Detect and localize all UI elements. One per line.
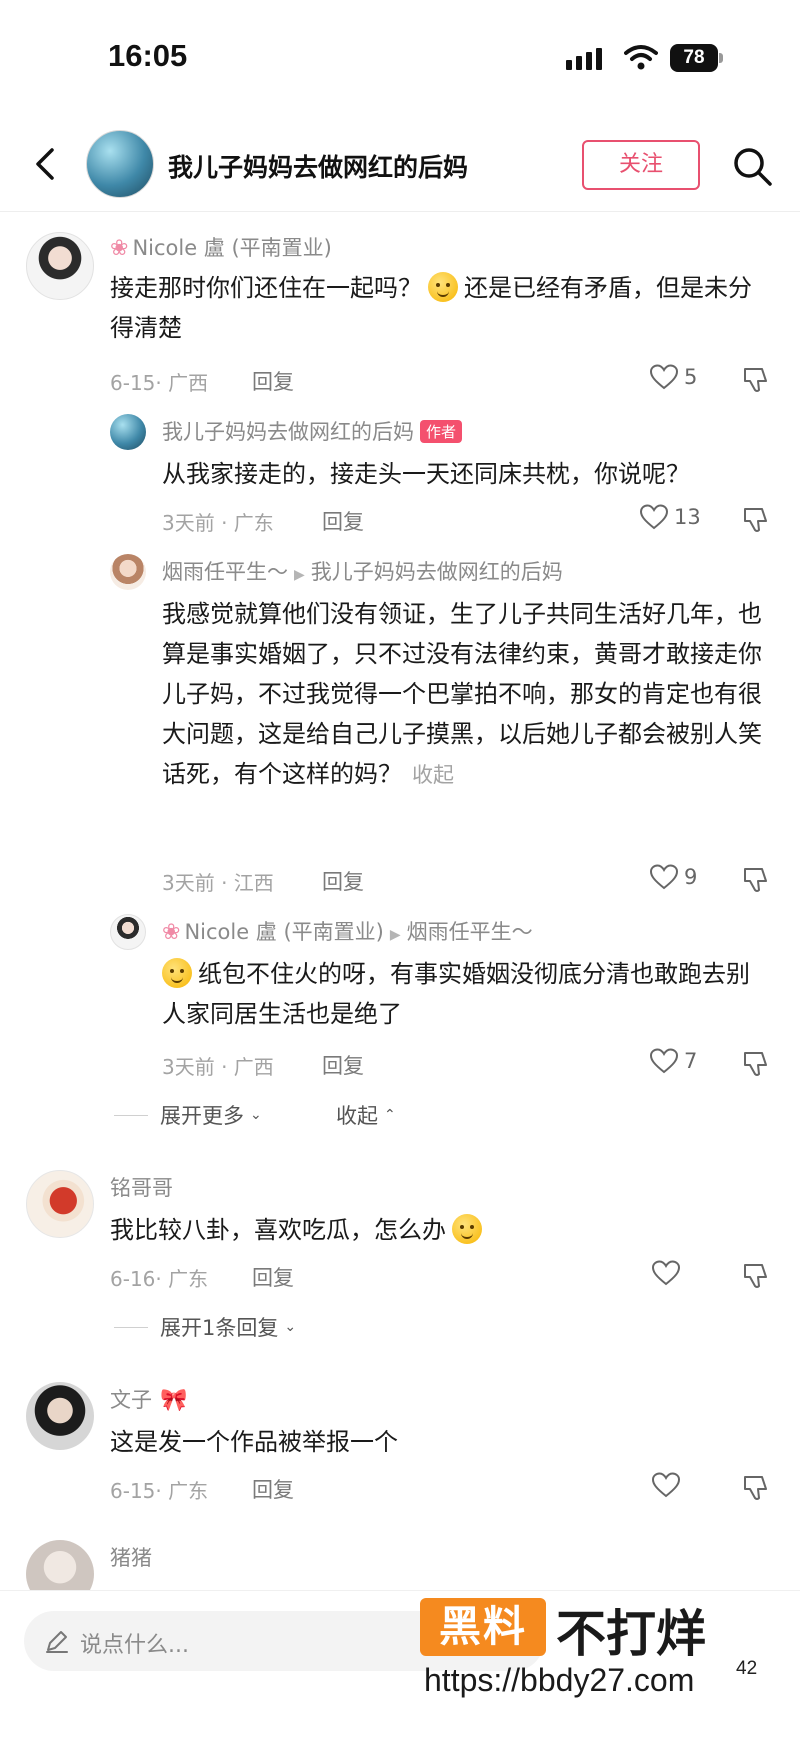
avatar[interactable] [110, 554, 146, 590]
collapse-text-button[interactable]: 收起 [412, 763, 454, 787]
watermark-text: 不打烊 [556, 1605, 706, 1663]
comment-date: 6-15· 广东 [110, 1479, 209, 1503]
back-icon[interactable] [26, 142, 66, 186]
header: 我儿子妈妈去做网红的后妈 关注 [0, 120, 800, 212]
battery-level: 78 [670, 44, 718, 72]
heart-icon [640, 504, 668, 530]
battery-tip [719, 53, 723, 63]
comment-text: 接走那时你们还住在一起吗？ 还是已经有矛盾，但是未分得清楚 [110, 272, 752, 342]
like-button[interactable] [652, 1260, 680, 1286]
avatar[interactable] [110, 414, 146, 450]
dislike-icon[interactable] [742, 366, 770, 394]
dislike-icon[interactable] [742, 1050, 770, 1078]
heart-icon [652, 1472, 680, 1498]
pencil-icon [46, 1631, 68, 1653]
signal-icon [566, 48, 602, 70]
avatar[interactable] [26, 1382, 94, 1450]
dislike-icon[interactable] [742, 1474, 770, 1502]
reply-text: 从我家接走的，接走头一天还同床共枕，你说呢？ [162, 460, 690, 488]
reply-button[interactable]: 回复 [252, 1262, 294, 1292]
like-count: 9 [684, 865, 698, 889]
avatar[interactable] [26, 232, 94, 300]
collapse-thread-button[interactable]: 收起 ⌃ [336, 1100, 396, 1130]
page-number: 42 [736, 1658, 758, 1679]
commenter-name[interactable]: 烟雨任平生～ ▶ 我儿子妈妈去做网红的后妈 [162, 556, 563, 586]
flower-icon: ❀ [162, 920, 181, 945]
reply-date: 3天前 · 广东 [162, 511, 274, 535]
status-time: 16:05 [108, 38, 188, 73]
grinning-emoji-icon [162, 958, 192, 988]
watermark-logo: 黑料 [420, 1598, 546, 1656]
dislike-icon[interactable] [742, 1262, 770, 1290]
avatar[interactable] [26, 1170, 94, 1238]
reply-button[interactable]: 回复 [322, 506, 364, 536]
expand-replies-button[interactable]: 展开1条回复 ⌄ [114, 1312, 296, 1342]
reply-arrow-icon: ▶ [294, 567, 305, 583]
reply-arrow-icon: ▶ [389, 927, 401, 943]
commenter-name[interactable]: 猪猪 [110, 1542, 152, 1572]
chevron-down-icon: ⌄ [284, 1319, 297, 1335]
like-button[interactable] [652, 1472, 680, 1498]
comment-text: 我比较八卦，喜欢吃瓜，怎么办 [110, 1210, 770, 1250]
divider [114, 1114, 148, 1116]
wifi-icon [624, 45, 658, 70]
reply-button[interactable]: 回复 [322, 1050, 364, 1080]
like-button[interactable]: 9 [650, 864, 697, 890]
reply-button[interactable]: 回复 [252, 366, 294, 396]
commenter-name[interactable]: ❀ Nicole 盧 (平南置业) [110, 232, 332, 262]
comment-date: 6-16· 广东 [110, 1267, 209, 1291]
chevron-up-icon: ⌃ [384, 1107, 396, 1123]
heart-icon [650, 1048, 678, 1074]
crying-emoji-icon [428, 272, 458, 302]
commenter-name[interactable]: 我儿子妈妈去做网红的后妈 作者 [162, 416, 463, 446]
author-badge: 作者 [420, 420, 463, 443]
divider [114, 1326, 148, 1328]
reply-text: 纸包不住火的呀，有事实婚姻没彻底分清也敢跑去别人家同居生活也是绝了 [162, 958, 750, 1028]
heart-icon [652, 1260, 680, 1286]
expand-more-button[interactable]: 展开更多 ⌄ [114, 1100, 262, 1130]
like-button[interactable]: 5 [650, 364, 697, 390]
page-title: 我儿子妈妈去做网红的后妈 [168, 153, 469, 182]
reply-date: 3天前 · 广西 [162, 1055, 274, 1079]
dislike-icon[interactable] [742, 506, 770, 534]
avatar[interactable] [110, 914, 146, 950]
follow-button[interactable]: 关注 [582, 140, 700, 190]
reply-button[interactable]: 回复 [252, 1474, 294, 1504]
commenter-name[interactable]: 文子 🎀 [110, 1384, 187, 1414]
status-bar: 16:05 78 [0, 0, 800, 110]
commenter-name[interactable]: ❀ Nicole 盧 (平南置业) ▶ 烟雨任平生～ [162, 916, 533, 946]
comment-text: 这是发一个作品被举报一个 [110, 1428, 398, 1456]
reply-text: 我感觉就算他们没有领证，生了儿子共同生活好几年，也算是事实婚姻了，只不过没有法律… [162, 600, 762, 788]
heart-icon [650, 364, 678, 390]
dislike-icon[interactable] [742, 866, 770, 894]
search-icon[interactable] [728, 142, 776, 190]
like-button[interactable]: 7 [650, 1048, 697, 1074]
sleepy-emoji-icon [452, 1214, 482, 1244]
commenter-name[interactable]: 铭哥哥 [110, 1172, 173, 1202]
comment-date: 6-15· 广西 [110, 371, 209, 395]
reply-date: 3天前 · 江西 [162, 871, 274, 895]
author-avatar[interactable] [86, 130, 154, 198]
like-count: 5 [684, 365, 698, 389]
flower-icon: ❀ [110, 236, 129, 261]
bow-icon: 🎀 [160, 1388, 188, 1413]
chevron-down-icon: ⌄ [250, 1107, 262, 1123]
like-button[interactable]: 13 [640, 504, 701, 530]
heart-icon [650, 864, 678, 890]
input-placeholder: 说点什么... [80, 1633, 189, 1658]
like-count: 7 [684, 1049, 698, 1073]
reply-button[interactable]: 回复 [322, 866, 364, 896]
like-count: 13 [674, 505, 701, 529]
watermark-url: https://bbdy27.com [424, 1662, 695, 1698]
